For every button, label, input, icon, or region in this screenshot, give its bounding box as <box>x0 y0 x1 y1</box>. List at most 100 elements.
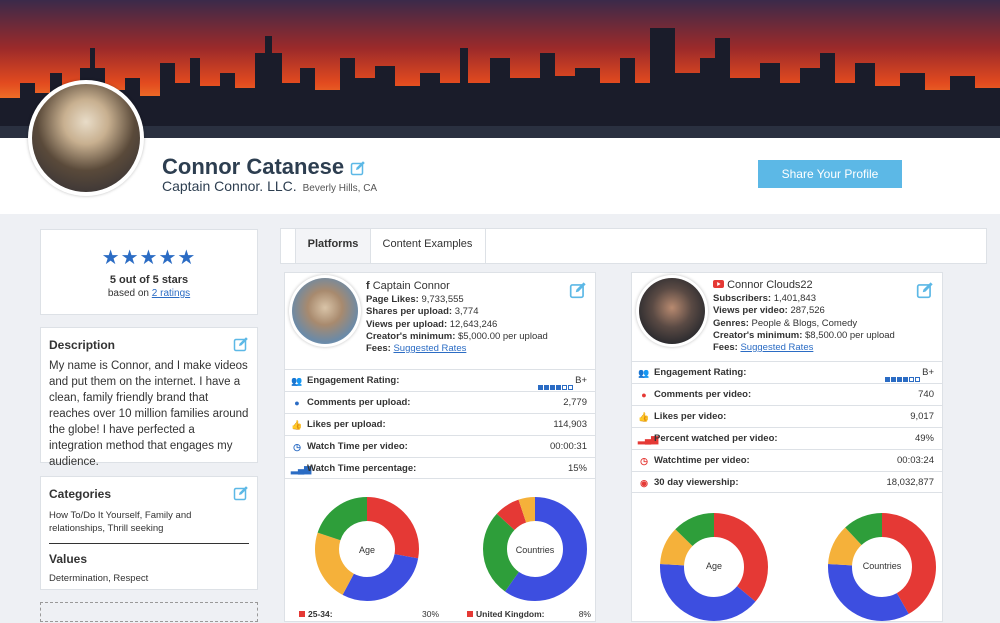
engagement-level-box <box>556 385 561 390</box>
engagement-level-box <box>562 385 567 390</box>
categories-title: Categories <box>49 487 112 501</box>
engagement-level-box <box>550 385 555 390</box>
youtube-info: Connor Clouds22 Subscribers: 1,401,843 V… <box>713 279 895 354</box>
clock-icon: ◷ <box>640 456 648 466</box>
signal-bars-icon: ▂▄▆ <box>638 434 659 444</box>
profile-photo <box>32 84 140 192</box>
values-title: Values <box>49 552 88 566</box>
users-icon: 👥 <box>638 368 650 378</box>
age-donut-label: Age <box>358 545 375 555</box>
rating-based-on: based on 2 ratings <box>41 288 257 299</box>
info-views: Views per upload: 12,643,246 <box>366 318 498 330</box>
speech-bubble-icon: ● <box>641 390 647 400</box>
ratings-link[interactable]: 2 ratings <box>152 288 190 299</box>
cover-banner <box>0 0 1000 138</box>
info-subscribers: Subscribers: 1,401,843 <box>713 293 816 305</box>
youtube-stats: 👥 Engagement Rating: B+ ● Comments per vi… <box>632 361 942 493</box>
stat-row: 👍 Likes per video: 9,017 <box>632 405 942 427</box>
yt-suggested-rates-link[interactable]: Suggested Rates <box>740 342 813 353</box>
stat-row: ▂▄▆ Watch Time percentage: 15% <box>285 457 595 479</box>
clock-icon: ◷ <box>293 442 301 452</box>
engagement-label: Engagement Rating: <box>307 375 400 386</box>
description-card: Description My name is Connor, and I mak… <box>40 327 258 468</box>
facebook-platform-card: f Captain Connor Page Likes: 9,733,555 S… <box>284 272 596 622</box>
engagement-row: 👥 Engagement Rating: B+ <box>285 369 595 391</box>
stat-row: ◉ 30 day viewership: 18,032,877 <box>632 471 942 493</box>
signal-bars-icon: ▂▄▆ <box>291 464 312 474</box>
edit-facebook-icon[interactable] <box>569 281 587 299</box>
engagement-level-box <box>897 377 902 382</box>
engagement-row: 👥 Engagement Rating: B+ <box>632 361 942 383</box>
engagement-level-box <box>885 377 890 382</box>
countries-legend-item: United Kingdom: 8% <box>467 609 591 619</box>
share-profile-button[interactable]: Share Your Profile <box>758 160 902 188</box>
engagement-level-box <box>915 377 920 382</box>
tab-content-examples[interactable]: Content Examples <box>370 229 486 263</box>
skyline-graphic <box>0 28 1000 138</box>
speech-bubble-icon: ● <box>294 398 300 408</box>
engagement-level-box <box>891 377 896 382</box>
youtube-photo <box>639 278 705 344</box>
eye-icon: ◉ <box>640 478 648 488</box>
rating-card: ★★★★★ 5 out of 5 stars based on 2 rating… <box>40 229 258 315</box>
stat-row: ◷ Watchtime per video: 00:03:24 <box>632 449 942 471</box>
rating-based-on-label: based on <box>107 288 152 299</box>
facebook-photo <box>292 278 358 344</box>
tab-platforms[interactable]: Platforms <box>295 229 371 263</box>
engagement-grade: B+ <box>575 375 587 386</box>
countries-donut-label: Countries <box>862 561 902 571</box>
tab-bar: Platforms Content Examples <box>280 228 987 264</box>
info-shares: Shares per upload: 3,774 <box>366 306 479 318</box>
stat-row: ◷ Watch Time per video: 00:00:31 <box>285 435 595 457</box>
age-donut-label: Age <box>705 561 722 571</box>
youtube-platform-card: Connor Clouds22 Subscribers: 1,401,843 V… <box>631 272 943 622</box>
edit-description-icon[interactable] <box>233 336 249 352</box>
info-minimum: Creator's minimum: $5,000.00 per upload <box>366 330 548 342</box>
engagement-label: Engagement Rating: <box>654 367 747 378</box>
engagement-level-box <box>568 385 573 390</box>
thumbs-up-icon: 👍 <box>638 412 650 422</box>
description-title: Description <box>49 338 116 352</box>
info-minimum: Creator's minimum: $8,500.00 per upload <box>713 329 895 341</box>
fb-suggested-rates-link[interactable]: Suggested Rates <box>393 343 466 354</box>
categories-card: Categories How To/Do It Yourself, Family… <box>40 476 258 590</box>
facebook-info: f Captain Connor Page Likes: 9,733,555 S… <box>366 280 548 355</box>
engagement-level-box <box>909 377 914 382</box>
facebook-avatar <box>289 275 361 347</box>
profile-name: Connor Catanese <box>162 154 345 179</box>
users-icon: 👥 <box>291 376 303 386</box>
engagement-level-box <box>544 385 549 390</box>
edit-icon[interactable] <box>350 160 366 176</box>
info-genres: Genres: People & Blogs, Comedy <box>713 317 858 329</box>
stat-row: ● Comments per video: 740 <box>632 383 942 405</box>
categories-text: How To/Do It Yourself, Family and relati… <box>49 510 192 534</box>
profile-company-row: Captain Connor. LLC. Beverly Hills, CA <box>162 178 377 194</box>
info-views: Views per video: 287,526 <box>713 305 825 317</box>
youtube-handle-row: Connor Clouds22 <box>713 279 895 291</box>
profile-name-row: Connor Catanese <box>162 154 366 180</box>
facebook-stats: 👥 Engagement Rating: B+ ● Comments per up… <box>285 369 595 479</box>
info-page-likes: Page Likes: 9,733,555 <box>366 294 464 306</box>
profile-location: Beverly Hills, CA <box>302 183 378 194</box>
stat-row: ● Comments per upload: 2,779 <box>285 391 595 413</box>
star-rating: ★★★★★ <box>101 247 197 269</box>
facebook-icon: f <box>366 280 370 292</box>
edit-youtube-icon[interactable] <box>916 281 934 299</box>
age-legend-item: 25-34: 30% <box>299 609 439 619</box>
stat-row: 👍 Likes per upload: 114,903 <box>285 413 595 435</box>
stat-row: ▂▄▆ Percent watched per video: 49% <box>632 427 942 449</box>
facebook-handle-row: f Captain Connor <box>366 280 548 292</box>
engagement-level-box <box>903 377 908 382</box>
thumbs-up-icon: 👍 <box>291 420 303 430</box>
edit-categories-icon[interactable] <box>233 485 249 501</box>
add-section-placeholder[interactable] <box>40 602 258 622</box>
youtube-icon <box>713 280 724 288</box>
values-text: Determination, Respect <box>49 573 149 584</box>
company-name: Captain Connor. LLC. <box>162 178 297 194</box>
youtube-handle: Connor Clouds22 <box>727 279 813 291</box>
engagement-level-box <box>538 385 543 390</box>
countries-donut-label: Countries <box>515 545 555 555</box>
divider <box>49 543 249 544</box>
youtube-avatar <box>636 275 708 347</box>
facebook-handle: Captain Connor <box>372 280 450 292</box>
